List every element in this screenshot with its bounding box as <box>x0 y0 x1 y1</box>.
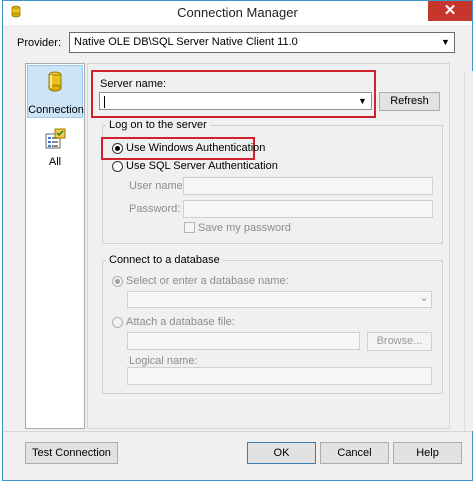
test-connection-button[interactable]: Test Connection <box>25 442 118 464</box>
attach-file-input[interactable] <box>127 332 360 350</box>
database-name-combobox[interactable]: ⌄ <box>127 291 432 308</box>
sql-auth-radio[interactable] <box>112 161 123 172</box>
database-group-title: Connect to a database <box>106 254 223 266</box>
sql-auth-label: Use SQL Server Authentication <box>126 160 278 172</box>
save-password-checkbox[interactable] <box>184 222 195 233</box>
username-label: User name: <box>129 180 186 192</box>
chevron-down-icon[interactable]: ▼ <box>437 33 454 52</box>
refresh-button[interactable]: Refresh <box>379 92 440 111</box>
title-bar[interactable]: Connection Manager ✕ <box>3 1 472 25</box>
attach-db-radio[interactable] <box>112 317 123 328</box>
properties-list-icon <box>45 128 66 149</box>
nav-item-connection[interactable]: Connection <box>27 65 84 118</box>
save-password-label: Save my password <box>198 222 291 234</box>
nav-item-all-label: All <box>48 156 62 168</box>
sql-auth-option[interactable]: Use SQL Server Authentication <box>112 160 278 174</box>
logical-name-input[interactable] <box>127 367 432 385</box>
database-icon <box>48 71 62 92</box>
attach-db-option[interactable]: Attach a database file: <box>112 316 242 330</box>
cancel-button[interactable]: Cancel <box>320 442 389 464</box>
text-cursor <box>104 96 105 108</box>
provider-label: Provider: <box>17 37 62 49</box>
window-title: Connection Manager <box>177 5 298 20</box>
logon-group-title: Log on to the server <box>106 119 210 131</box>
server-name-combobox[interactable]: ▼ <box>99 92 372 110</box>
right-edge <box>464 71 473 431</box>
server-name-label: Server name: <box>100 78 167 90</box>
attach-db-label: Attach a database file: <box>126 316 235 328</box>
chevron-down-icon[interactable]: ▼ <box>355 94 370 108</box>
browse-button[interactable]: Browse... <box>367 332 432 351</box>
windows-auth-label: Use Windows Authentication <box>126 142 266 154</box>
close-icon: ✕ <box>443 2 457 19</box>
save-password-option[interactable]: Save my password <box>184 221 294 235</box>
password-label: Password: <box>129 203 181 215</box>
select-db-radio[interactable] <box>112 276 123 287</box>
radio-selected-dot <box>115 146 120 151</box>
password-input[interactable] <box>183 200 433 218</box>
nav-item-connection-label: Connection <box>28 104 84 116</box>
select-db-option[interactable]: Select or enter a database name: <box>112 275 289 289</box>
server-name-input[interactable] <box>101 94 351 108</box>
chevron-down-icon[interactable]: ⌄ <box>417 292 431 307</box>
connection-manager-window: Connection Manager ✕ Provider: Native OL… <box>2 0 473 481</box>
ok-button[interactable]: OK <box>247 442 316 464</box>
windows-auth-radio[interactable] <box>112 143 123 154</box>
provider-select[interactable]: Native OLE DB\SQL Server Native Client 1… <box>69 32 455 53</box>
logical-name-label: Logical name: <box>129 355 198 367</box>
footer-divider <box>3 431 472 432</box>
windows-auth-option[interactable]: Use Windows Authentication <box>112 142 265 156</box>
nav-item-all[interactable]: All <box>27 125 83 169</box>
username-input[interactable] <box>183 177 433 195</box>
help-button[interactable]: Help <box>393 442 462 464</box>
select-db-label: Select or enter a database name: <box>126 275 289 287</box>
close-button[interactable]: ✕ <box>428 1 472 21</box>
provider-value: Native OLE DB\SQL Server Native Client 1… <box>74 36 298 48</box>
radio-selected-dot <box>115 279 120 284</box>
